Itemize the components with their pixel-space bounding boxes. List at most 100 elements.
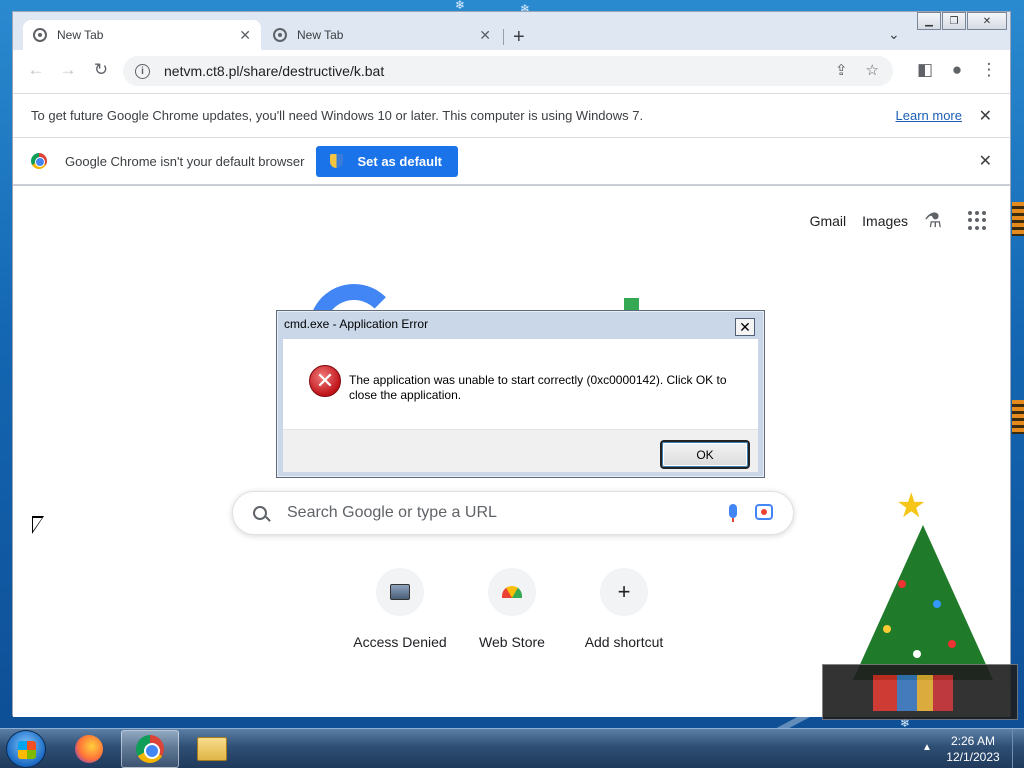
- url-text: netvm.ct8.pl/share/destructive/k.bat: [164, 63, 385, 79]
- desktop-clock-widget[interactable]: [822, 664, 1018, 720]
- close-icon: ✕: [739, 318, 751, 335]
- close-icon: ✕: [982, 15, 992, 27]
- tab-close-icon[interactable]: ✕: [479, 27, 491, 44]
- forward-icon: →: [59, 60, 77, 79]
- google-apps-icon[interactable]: [968, 210, 988, 231]
- tree-body: [853, 525, 993, 680]
- address-bar[interactable]: i netvm.ct8.pl/share/destructive/k.bat ⇪…: [123, 56, 893, 86]
- shortcut-web-store[interactable]: Web Store: [456, 568, 568, 650]
- star-icon[interactable]: ☆: [866, 61, 879, 79]
- shortcut-label: Access Denied: [353, 634, 447, 650]
- christmas-tree-widget[interactable]: ★: [838, 487, 1008, 680]
- clock-time: 2:26 AM: [950, 734, 996, 748]
- taskbar-clock[interactable]: 2:26 AM 12/1/2023: [938, 733, 1008, 765]
- tab-strip: New Tab ✕ New Tab ✕ + ⌄ ▁ ❐ ✕: [13, 12, 1010, 50]
- tab-title: New Tab: [57, 28, 104, 42]
- dialog-message: The application was unable to start corr…: [349, 373, 727, 402]
- tab-title: New Tab: [297, 28, 344, 42]
- update-infobar: To get future Google Chrome updates, you…: [13, 94, 1010, 138]
- show-hidden-icons-button[interactable]: ▲: [922, 742, 932, 753]
- close-window-button[interactable]: ✕: [967, 12, 1007, 30]
- tab-search-button[interactable]: ⌄: [888, 26, 900, 43]
- star-icon: ★: [896, 487, 927, 525]
- windows-logo-icon: [18, 741, 36, 759]
- ornament: [883, 625, 891, 633]
- labs-flask-icon[interactable]: ⚗: [924, 208, 942, 233]
- profile-icon: ●: [951, 60, 963, 79]
- chevron-down-icon: ⌄: [888, 26, 900, 42]
- dialog-close-button[interactable]: ✕: [735, 318, 755, 336]
- update-message: To get future Google Chrome updates, you…: [31, 108, 644, 123]
- gift-boxes-icon: [873, 675, 953, 711]
- reload-icon: ↻: [93, 60, 109, 79]
- tab-close-icon[interactable]: ✕: [239, 27, 251, 44]
- maximize-icon: ❐: [949, 15, 959, 27]
- computer-icon: [376, 568, 424, 616]
- minimize-icon: ▁: [925, 15, 933, 27]
- new-tab-button[interactable]: +: [513, 26, 525, 49]
- ntp-top-links: Gmail Images ⚗: [810, 208, 988, 233]
- minimize-button[interactable]: ▁: [917, 12, 941, 30]
- menu-button[interactable]: ⋮: [977, 60, 1001, 80]
- taskbar: ▲ 2:26 AM 12/1/2023: [0, 728, 1024, 768]
- taskbar-chrome[interactable]: [121, 730, 179, 768]
- shortcut-add[interactable]: + Add shortcut: [568, 568, 680, 650]
- desktop-widget-strip: [1012, 400, 1024, 434]
- application-error-dialog: cmd.exe - Application Error ✕ ✕ The appl…: [276, 310, 765, 478]
- ok-button[interactable]: OK: [662, 442, 748, 467]
- reload-button[interactable]: ↻: [89, 60, 113, 80]
- shortcut-access-denied[interactable]: Access Denied: [344, 568, 456, 650]
- close-infobar-icon[interactable]: ✕: [979, 106, 992, 126]
- share-icon[interactable]: ⇪: [835, 61, 848, 79]
- uac-shield-icon: [330, 154, 344, 168]
- ornament: [933, 600, 941, 608]
- chrome-favicon-icon: [33, 28, 47, 42]
- search-placeholder: Search Google or type a URL: [287, 504, 497, 521]
- set-as-default-label: Set as default: [357, 153, 443, 169]
- clock-date: 12/1/2023: [946, 750, 1000, 764]
- default-browser-infobar: Google Chrome isn't your default browser…: [13, 138, 1010, 186]
- forward-button[interactable]: →: [56, 60, 80, 80]
- tab-separator: [503, 29, 504, 45]
- google-lens-icon[interactable]: [755, 504, 773, 520]
- side-panel-button[interactable]: ◧: [913, 60, 937, 80]
- show-desktop-button[interactable]: [1012, 729, 1024, 768]
- side-panel-icon: ◧: [916, 60, 934, 79]
- error-icon: ✕: [309, 365, 341, 397]
- ornament: [913, 650, 921, 658]
- close-infobar-icon[interactable]: ✕: [979, 151, 992, 171]
- gmail-link[interactable]: Gmail: [810, 213, 847, 229]
- dialog-body: ✕ The application was unable to start co…: [283, 339, 758, 472]
- chrome-favicon-icon: [273, 28, 287, 42]
- dialog-title: cmd.exe - Application Error: [284, 317, 429, 331]
- ornament: [948, 640, 956, 648]
- ntp-search-box[interactable]: Search Google or type a URL: [232, 491, 794, 535]
- tab-new-tab-2[interactable]: New Tab ✕: [263, 20, 501, 50]
- back-button[interactable]: ←: [24, 60, 48, 80]
- web-store-icon: [488, 568, 536, 616]
- tab-new-tab-1[interactable]: New Tab ✕: [23, 20, 261, 50]
- firefox-icon: [75, 735, 103, 763]
- shortcut-label: Add shortcut: [584, 634, 664, 650]
- taskbar-file-explorer[interactable]: [183, 730, 241, 768]
- maximize-button[interactable]: ❐: [942, 12, 966, 30]
- mouse-cursor: [32, 516, 44, 534]
- chrome-logo-icon: [31, 153, 47, 169]
- plus-icon: +: [513, 26, 525, 48]
- microphone-icon[interactable]: [729, 504, 737, 522]
- dialog-footer: OK: [283, 429, 758, 472]
- profile-button[interactable]: ●: [945, 60, 969, 80]
- desktop-widget-strip: [1012, 202, 1024, 236]
- start-button[interactable]: [6, 730, 46, 768]
- learn-more-link[interactable]: Learn more: [896, 108, 962, 123]
- file-explorer-icon: [197, 737, 227, 761]
- taskbar-firefox[interactable]: [60, 730, 118, 768]
- default-browser-message: Google Chrome isn't your default browser: [65, 153, 305, 169]
- search-icon: [253, 506, 267, 520]
- images-link[interactable]: Images: [862, 213, 908, 229]
- site-info-icon[interactable]: i: [135, 63, 150, 79]
- browser-toolbar: ← → ↻ i netvm.ct8.pl/share/destructive/k…: [13, 50, 1010, 94]
- chrome-icon: [136, 735, 164, 763]
- set-as-default-button[interactable]: Set as default: [316, 145, 459, 177]
- ornament: [898, 580, 906, 588]
